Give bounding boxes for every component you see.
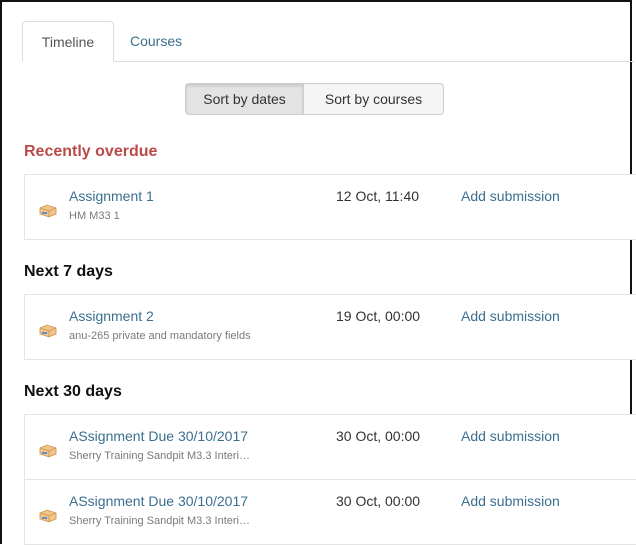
event-name-link[interactable]: Assignment 1 xyxy=(69,188,154,204)
event-course-name: anu-265 private and mandatory fields xyxy=(69,330,251,342)
tab-bar: Timeline Courses xyxy=(22,21,634,62)
event-course-name: HM M33 1 xyxy=(69,210,120,222)
timeline-block: Timeline Courses Sort by dates Sort by c… xyxy=(0,0,636,545)
add-submission-link[interactable]: Add submission xyxy=(461,428,560,444)
event-row: ASsignment Due 30/10/2017 Sherry Trainin… xyxy=(25,415,636,479)
event-row: ASsignment Due 30/10/2017 Sherry Trainin… xyxy=(25,479,636,544)
sort-by-dates-button[interactable]: Sort by dates xyxy=(185,83,304,115)
event-list-recently-overdue: Assignment 1 HM M33 1 12 Oct, 11:40 Add … xyxy=(24,174,636,240)
event-list-next-30-days: ASsignment Due 30/10/2017 Sherry Trainin… xyxy=(24,414,636,545)
sort-by-courses-button[interactable]: Sort by courses xyxy=(304,83,444,115)
tab-timeline[interactable]: Timeline xyxy=(22,21,114,62)
assignment-icon xyxy=(39,509,57,523)
add-submission-link[interactable]: Add submission xyxy=(461,188,560,204)
event-due-date: 30 Oct, 00:00 xyxy=(336,493,421,509)
section-heading-recently-overdue: Recently overdue xyxy=(24,143,158,160)
event-name-link[interactable]: ASsignment Due 30/10/2017 xyxy=(69,493,248,509)
event-due-date: 12 Oct, 11:40 xyxy=(336,188,420,204)
event-due-date: 19 Oct, 00:00 xyxy=(336,308,421,324)
event-list-next-7-days: Assignment 2 anu-265 private and mandato… xyxy=(24,294,636,360)
sort-button-group: Sort by dates Sort by courses xyxy=(185,83,444,115)
tab-courses[interactable]: Courses xyxy=(126,21,186,61)
event-course-name: Sherry Training Sandpit M3.3 Interi… xyxy=(69,450,250,462)
section-heading-next-30-days: Next 30 days xyxy=(24,383,122,400)
event-name-link[interactable]: ASsignment Due 30/10/2017 xyxy=(69,428,248,444)
add-submission-link[interactable]: Add submission xyxy=(461,493,560,509)
event-row: Assignment 1 HM M33 1 12 Oct, 11:40 Add … xyxy=(25,175,636,239)
add-submission-link[interactable]: Add submission xyxy=(461,308,560,324)
event-course-name: Sherry Training Sandpit M3.3 Interi… xyxy=(69,515,250,527)
assignment-icon xyxy=(39,444,57,458)
event-due-date: 30 Oct, 00:00 xyxy=(336,428,421,444)
section-heading-next-7-days: Next 7 days xyxy=(24,263,113,280)
assignment-icon xyxy=(39,324,57,338)
event-row: Assignment 2 anu-265 private and mandato… xyxy=(25,295,636,359)
assignment-icon xyxy=(39,204,57,218)
event-name-link[interactable]: Assignment 2 xyxy=(69,308,154,324)
